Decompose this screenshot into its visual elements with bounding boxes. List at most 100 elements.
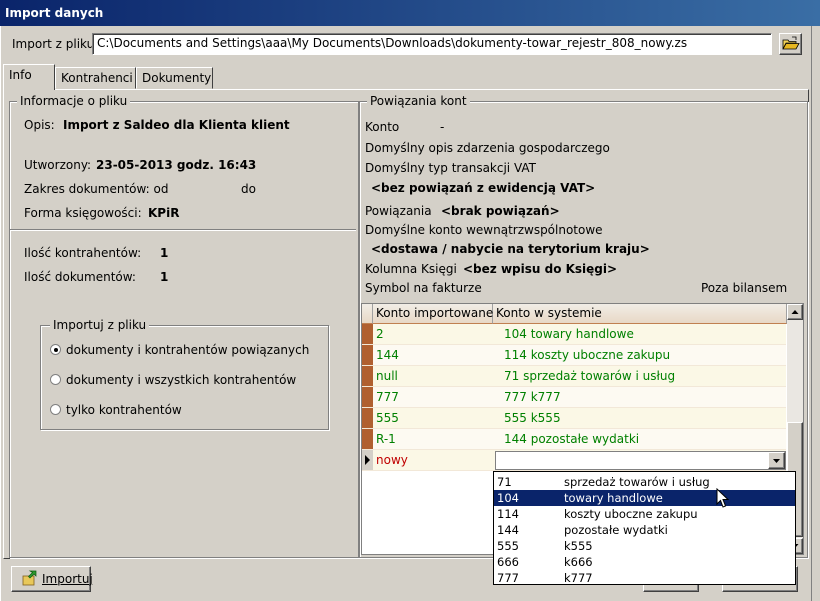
tab-kontrahenci-label: Kontrahenci bbox=[61, 71, 133, 85]
dokumenty-count-label: Ilość dokumentów: bbox=[24, 270, 136, 284]
table-row[interactable]: 555 555 k555 bbox=[362, 408, 786, 429]
tab-dokumenty[interactable]: Dokumenty bbox=[136, 67, 213, 89]
utworzony-label: Utworzony: bbox=[24, 158, 92, 172]
current-row-arrow-icon bbox=[365, 455, 370, 465]
account-dropdown-list[interactable]: 71 sprzedaż towarów i usług 104 towary h… bbox=[493, 471, 796, 585]
scroll-up-button[interactable] bbox=[787, 304, 803, 320]
file-info-title: Informacje o pliku bbox=[17, 94, 131, 108]
row-indicator bbox=[362, 345, 373, 365]
tab-kontrahenci[interactable]: Kontrahenci bbox=[55, 67, 136, 89]
window-title: Import danych bbox=[5, 6, 104, 20]
forma-label: Forma księgowości: bbox=[24, 206, 142, 220]
default-description-label: Domyślny opis zdarzenia gospodarczego bbox=[365, 141, 610, 155]
table-row[interactable]: R-1 144 pozostałe wydatki bbox=[362, 429, 786, 450]
chevron-down-icon bbox=[773, 459, 780, 463]
system-account-cell[interactable]: 144 pozostałe wydatki bbox=[504, 432, 639, 446]
zakres-label: Zakres dokumentów: od bbox=[24, 182, 169, 196]
import-icon bbox=[22, 570, 37, 586]
vat-type-value: <bez powiązań z ewidencją VAT> bbox=[371, 181, 596, 195]
table-row[interactable]: 777 777 k777 bbox=[362, 387, 786, 408]
intra-account-value: <dostawa / nabycie na terytorium kraju> bbox=[371, 242, 650, 256]
dropdown-item[interactable]: 114 koszty uboczne zakupu bbox=[494, 506, 795, 522]
grid-header-indicator bbox=[362, 304, 373, 324]
import-button[interactable]: Importuj bbox=[11, 566, 93, 592]
dropdown-item-code: 71 bbox=[497, 475, 512, 489]
dropdown-item[interactable]: 666 k666 bbox=[494, 554, 795, 570]
dropdown-item-name: k777 bbox=[564, 571, 593, 585]
system-account-cell[interactable]: 104 towary handlowe bbox=[504, 327, 634, 341]
window-title-bar[interactable]: Import danych bbox=[0, 0, 820, 26]
zakres-do-label: do bbox=[241, 182, 256, 196]
dropdown-item-name: towary handlowe bbox=[564, 491, 663, 505]
opis-label: Opis: bbox=[24, 118, 55, 132]
accounts-title: Powiązania kont bbox=[367, 94, 470, 108]
dropdown-item[interactable]: 144 pozostałe wydatki bbox=[494, 522, 795, 538]
dropdown-item-name: k666 bbox=[564, 555, 593, 569]
grid-header-imported[interactable]: Konto importowane bbox=[373, 304, 493, 324]
new-row-label[interactable]: nowy bbox=[376, 453, 408, 467]
radio-button[interactable] bbox=[50, 374, 61, 385]
dropdown-item[interactable]: 71 sprzedaż towarów i usług bbox=[494, 474, 795, 490]
dokumenty-count-value: 1 bbox=[160, 270, 169, 284]
radio-option-linked[interactable]: dokumenty i kontrahentów powiązanych bbox=[50, 343, 320, 359]
tab-info[interactable]: Info bbox=[3, 64, 55, 90]
dropdown-item-selected[interactable]: 104 towary handlowe bbox=[494, 490, 795, 506]
system-account-cell[interactable]: 114 koszty uboczne zakupu bbox=[504, 348, 670, 362]
dropdown-item-name: k555 bbox=[564, 539, 593, 553]
radio-button[interactable] bbox=[50, 344, 61, 355]
dropdown-item-code: 555 bbox=[497, 539, 519, 553]
row-indicator bbox=[362, 366, 373, 386]
radio-option-contractors[interactable]: tylko kontrahentów bbox=[50, 403, 320, 419]
table-row-new[interactable]: nowy bbox=[362, 450, 786, 471]
table-row[interactable]: 144 114 koszty uboczne zakupu bbox=[362, 345, 786, 366]
vat-type-label: Domyślny typ transakcji VAT bbox=[365, 161, 536, 175]
table-row[interactable]: 2 104 towary handlowe bbox=[362, 324, 786, 345]
browse-button[interactable] bbox=[779, 33, 802, 55]
dropdown-item-name: pozostałe wydatki bbox=[564, 523, 668, 537]
row-indicator bbox=[362, 324, 373, 344]
dropdown-item-code: 777 bbox=[497, 571, 519, 585]
row-indicator bbox=[362, 450, 373, 470]
dropdown-item-code: 114 bbox=[497, 507, 519, 521]
konto-value: - bbox=[440, 120, 445, 134]
dropdown-button[interactable] bbox=[768, 452, 785, 469]
imported-account-cell[interactable]: 555 bbox=[376, 411, 399, 425]
radio-label: tylko kontrahentów bbox=[66, 403, 182, 417]
kontrahenci-count-label: Ilość kontrahentów: bbox=[24, 246, 142, 260]
radio-option-all[interactable]: dokumenty i wszystkich kontrahentów bbox=[50, 373, 320, 389]
imported-account-cell[interactable]: 144 bbox=[376, 348, 399, 362]
system-account-cell[interactable]: 71 sprzedaż towarów i usług bbox=[504, 369, 675, 383]
folder-open-icon bbox=[782, 36, 800, 50]
radio-label: dokumenty i wszystkich kontrahentów bbox=[66, 373, 297, 387]
dropdown-item-code: 144 bbox=[497, 523, 519, 537]
ledger-column-value: <bez wpisu do Księgi> bbox=[463, 262, 618, 276]
imported-account-cell[interactable]: 2 bbox=[376, 327, 384, 341]
imported-account-cell[interactable]: null bbox=[376, 369, 398, 383]
table-row[interactable]: null 71 sprzedaż towarów i usług bbox=[362, 366, 786, 387]
powiazania-label: Powiązania bbox=[365, 204, 432, 218]
opis-value: Import z Saldeo dla Klienta klient bbox=[63, 118, 290, 132]
row-indicator bbox=[362, 429, 373, 449]
konto-label: Konto bbox=[365, 120, 400, 134]
dropdown-item-name: koszty uboczne zakupu bbox=[564, 507, 698, 521]
dropdown-item-code: 666 bbox=[497, 555, 519, 569]
divider bbox=[10, 229, 356, 231]
import-path-label: Import z pliku bbox=[12, 37, 95, 51]
invoice-symbol-label: Symbol na fakturze bbox=[365, 281, 482, 295]
grid-header-system[interactable]: Konto w systemie bbox=[493, 304, 787, 324]
import-path-input[interactable]: C:\Documents and Settings\aaa\My Documen… bbox=[92, 33, 772, 55]
system-account-cell[interactable]: 555 k555 bbox=[504, 411, 561, 425]
system-account-cell[interactable]: 777 k777 bbox=[504, 390, 561, 404]
radio-button[interactable] bbox=[50, 404, 61, 415]
powiazania-value: <brak powiązań> bbox=[441, 204, 560, 218]
mouse-pointer-icon bbox=[716, 488, 730, 508]
dropdown-item[interactable]: 777 k777 bbox=[494, 570, 795, 585]
system-account-select[interactable] bbox=[495, 451, 786, 470]
imported-account-cell[interactable]: 777 bbox=[376, 390, 399, 404]
arrow-up-icon bbox=[791, 310, 799, 314]
imported-account-cell[interactable]: R-1 bbox=[376, 432, 396, 446]
dropdown-item[interactable]: 555 k555 bbox=[494, 538, 795, 554]
radio-label: dokumenty i kontrahentów powiązanych bbox=[66, 343, 310, 357]
kontrahenci-count-value: 1 bbox=[160, 246, 169, 260]
utworzony-value: 23-05-2013 godz. 16:43 bbox=[96, 158, 257, 172]
